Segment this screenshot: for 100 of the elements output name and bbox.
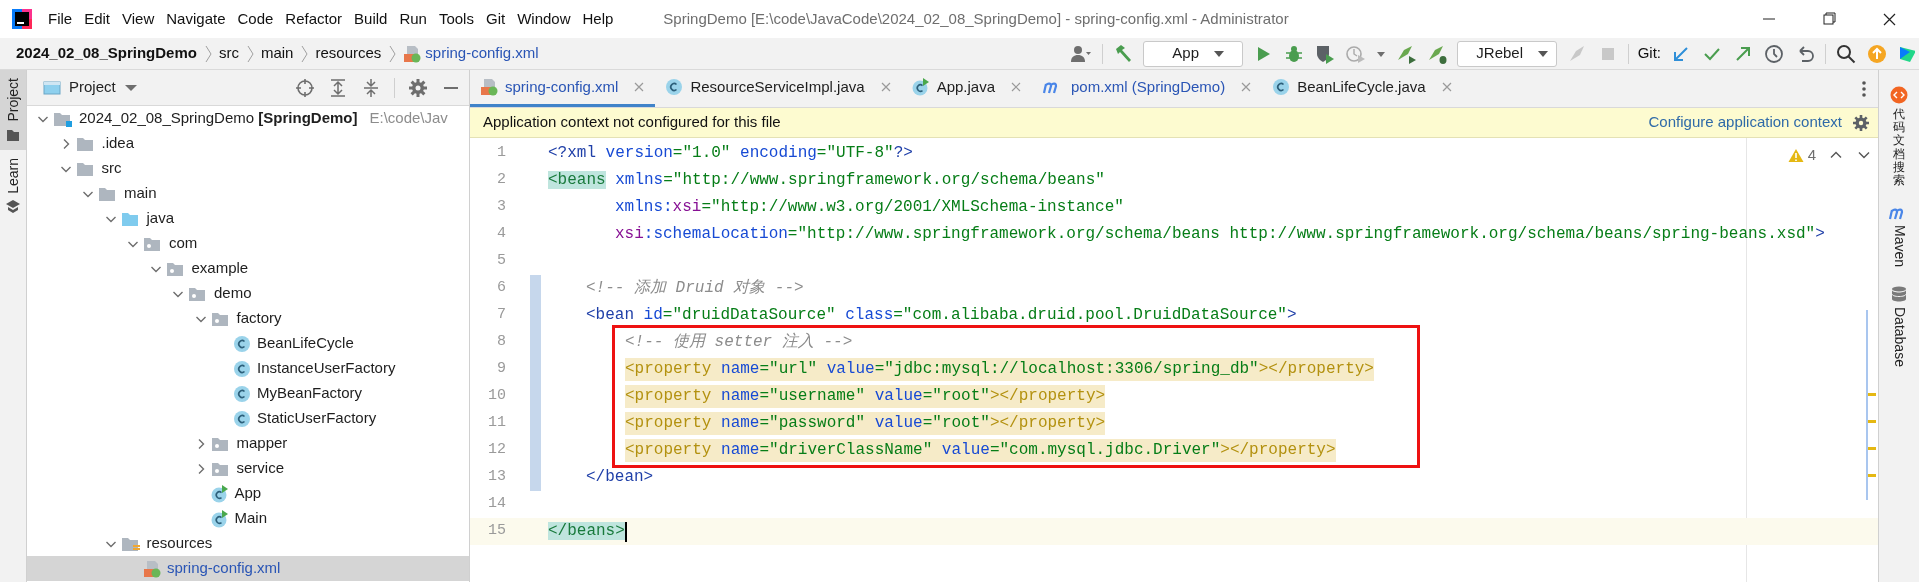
collapse-all-icon[interactable] (361, 77, 381, 98)
configuration-dropdown[interactable]: JRebel (1456, 40, 1557, 67)
app-logo-icon (12, 9, 32, 29)
breadcrumb[interactable]: resources (313, 42, 384, 65)
warnings-counter[interactable]: 4 (1787, 144, 1816, 167)
plugin-icon (1890, 86, 1908, 104)
tree-item[interactable]: src (27, 156, 469, 181)
editor-tab[interactable]: BeanLifeCycle.java (1262, 70, 1463, 107)
update-icon[interactable] (1866, 42, 1888, 65)
menu-item[interactable]: Edit (78, 5, 117, 33)
menu-item[interactable]: Tools (432, 5, 480, 33)
line-number: 13 (487, 467, 506, 488)
configure-link[interactable]: Configure application context (1648, 111, 1842, 134)
class-icon (233, 334, 251, 353)
tool-window-tab[interactable]: Database (1888, 281, 1910, 372)
tree-item[interactable]: 2024_02_08_SpringDemo [SpringDemo] E:\code\Jav (27, 106, 469, 131)
tree-item[interactable]: StaticUserFactory (27, 406, 469, 431)
tree-item[interactable]: App (27, 481, 469, 506)
database-icon (1890, 285, 1908, 304)
warning-icon (1787, 147, 1804, 163)
line-number: 2 (496, 170, 506, 191)
line-number: 6 (496, 278, 506, 299)
close-icon[interactable] (1440, 81, 1453, 93)
git-label: Git: (1637, 43, 1661, 64)
line-number: 12 (487, 440, 506, 461)
class-icon (665, 78, 684, 96)
panel-icon (43, 79, 61, 96)
tree-item[interactable]: demo (27, 281, 469, 306)
caret-down-icon (123, 82, 138, 93)
line-number: 5 (496, 251, 506, 272)
code-line: xsi:schemaLocation="http://www.springframework.org/schema/beans http://www.springframework.org/schema/beans/spring-beans.xsd"> (615, 224, 1825, 245)
code-line: <bean id="druidDataSource" class="com.alibaba.druid.pool.DruidDataSource"> (586, 305, 1297, 326)
locate-icon[interactable] (295, 77, 315, 98)
xml-file-icon (480, 78, 498, 96)
code-line: xmlns:xsi="http://www.w3.org/2001/XMLSchema-instance" (615, 197, 1124, 218)
runnable-class-icon (210, 484, 229, 503)
line-number: 15 (487, 521, 506, 542)
menu-item[interactable]: Git (479, 5, 512, 33)
editor-tab[interactable]: ResourceServiceImpl.java (655, 70, 902, 107)
tree-item[interactable]: InstanceUserFactory (27, 356, 469, 381)
breadcrumb[interactable]: src (216, 42, 241, 65)
tree-item[interactable]: spring-config.xml (27, 556, 469, 581)
tree-item[interactable]: main (27, 181, 469, 206)
code-line: <?xml version="1.0" encoding="UTF-8"?> (548, 143, 913, 164)
menu-item[interactable]: Build (348, 5, 394, 33)
line-number: 14 (487, 494, 506, 515)
menu-item[interactable]: Navigate (160, 5, 232, 33)
runnable-class-icon (911, 78, 930, 96)
tool-window-tab[interactable]: 代码文档搜索 (1890, 82, 1908, 192)
caret-down-icon (1537, 48, 1549, 59)
tree-item[interactable]: Main (27, 506, 469, 531)
close-icon[interactable] (633, 81, 646, 93)
configuration-dropdown[interactable]: App (1142, 40, 1243, 67)
line-number: 7 (496, 305, 506, 326)
graduation-cap-icon (5, 199, 21, 214)
breadcrumb[interactable]: 2024_02_08_SpringDemo (14, 42, 199, 65)
notification-message: Application context not configured for this file (483, 112, 781, 133)
tree-item[interactable]: example (27, 256, 469, 281)
caret-down-icon (1213, 48, 1225, 59)
menu-item[interactable]: File (42, 5, 79, 33)
menu-item[interactable]: Refactor (279, 5, 349, 33)
tree-item[interactable]: .idea (27, 131, 469, 156)
tree-item[interactable]: mapper (27, 431, 469, 456)
line-number: 11 (487, 413, 506, 434)
history-icon[interactable] (1763, 42, 1785, 65)
tree-item[interactable]: resources (27, 531, 469, 556)
tool-window-tab[interactable]: Learn (0, 149, 26, 222)
panel-selector[interactable]: Project (43, 76, 138, 99)
line-number: 1 (496, 143, 506, 164)
breadcrumb[interactable]: spring-config.xml (401, 42, 541, 65)
close-icon[interactable] (879, 81, 892, 93)
tree-item[interactable]: java (27, 206, 469, 231)
tool-window-tab[interactable]: Project (0, 70, 26, 150)
menu-item[interactable]: Help (576, 5, 620, 33)
tree-item[interactable]: factory (27, 306, 469, 331)
code-line: </bean> (586, 467, 654, 488)
menu-item[interactable]: Code (231, 5, 280, 33)
tree-item[interactable]: BeanLifeCycle (27, 331, 469, 356)
menu-item[interactable]: Window (511, 5, 577, 33)
tree-item[interactable]: MyBeanFactory (27, 381, 469, 406)
window-title: SpringDemo [E:\code\JavaCode\2024_02_08_SpringDemo] - spring-config.xml - Administrator (663, 8, 1289, 29)
settings-icon[interactable] (1852, 113, 1870, 132)
tool-window-tab[interactable]: Maven (1888, 201, 1910, 272)
settings-icon[interactable] (408, 77, 428, 98)
tree-item[interactable]: service (27, 456, 469, 481)
class-icon (1272, 78, 1291, 96)
menu-item[interactable]: View (116, 5, 161, 33)
expand-all-icon[interactable] (328, 77, 348, 98)
class-icon (233, 384, 251, 403)
xml-file-icon (403, 44, 422, 63)
class-icon (233, 409, 251, 428)
close-icon[interactable] (1240, 81, 1253, 93)
breadcrumb[interactable]: main (258, 42, 296, 65)
editor-tab[interactable]: App.java (901, 70, 1032, 107)
search-icon[interactable] (1835, 42, 1857, 65)
folder-icon (6, 127, 20, 142)
tree-item[interactable]: com (27, 231, 469, 256)
close-icon[interactable] (1010, 81, 1022, 93)
editor-tab[interactable]: pom.xml (SpringDemo) (1032, 70, 1263, 107)
menu-item[interactable]: Run (393, 5, 433, 33)
